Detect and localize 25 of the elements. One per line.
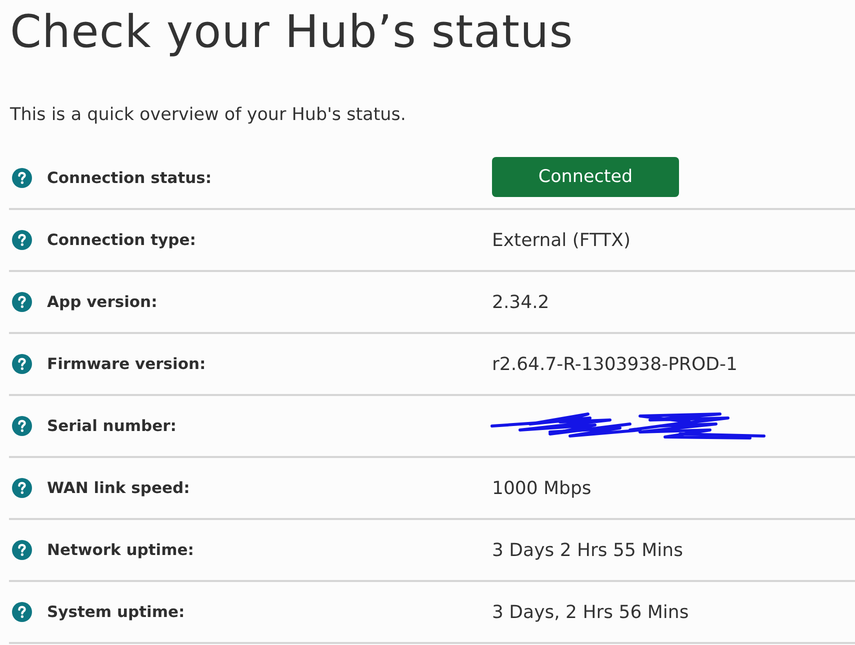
- field-label: Connection status:: [47, 169, 212, 187]
- field-value: External (FTTX): [492, 230, 630, 250]
- help-icon[interactable]: [12, 416, 32, 436]
- field-label: WAN link speed:: [47, 479, 190, 497]
- page-title: Check your Hub’s status: [9, 4, 574, 60]
- help-icon[interactable]: [12, 292, 32, 312]
- field-value: 3 Days, 2 Hrs 56 Mins: [492, 602, 689, 622]
- help-icon[interactable]: [12, 168, 32, 188]
- field-label: Serial number:: [47, 417, 176, 435]
- field-label: Network uptime:: [47, 541, 194, 559]
- field-label: Connection type:: [47, 231, 196, 249]
- help-icon[interactable]: [12, 478, 32, 498]
- field-value: 2.34.2: [492, 292, 550, 312]
- status-badge: Connected: [492, 157, 679, 197]
- help-icon[interactable]: [12, 540, 32, 560]
- field-value: r2.64.7-R-1303938-PROD-1: [492, 354, 738, 374]
- field-value: 1000 Mbps: [492, 478, 592, 498]
- field-label: App version:: [47, 293, 158, 311]
- intro-text: This is a quick overview of your Hub's status.: [10, 104, 407, 127]
- help-icon[interactable]: [12, 354, 32, 374]
- field-label: Firmware version:: [47, 355, 206, 373]
- help-icon[interactable]: [12, 230, 32, 250]
- help-icon[interactable]: [12, 602, 32, 622]
- field-value: 3 Days 2 Hrs 55 Mins: [492, 540, 683, 560]
- field-label: System uptime:: [47, 603, 185, 621]
